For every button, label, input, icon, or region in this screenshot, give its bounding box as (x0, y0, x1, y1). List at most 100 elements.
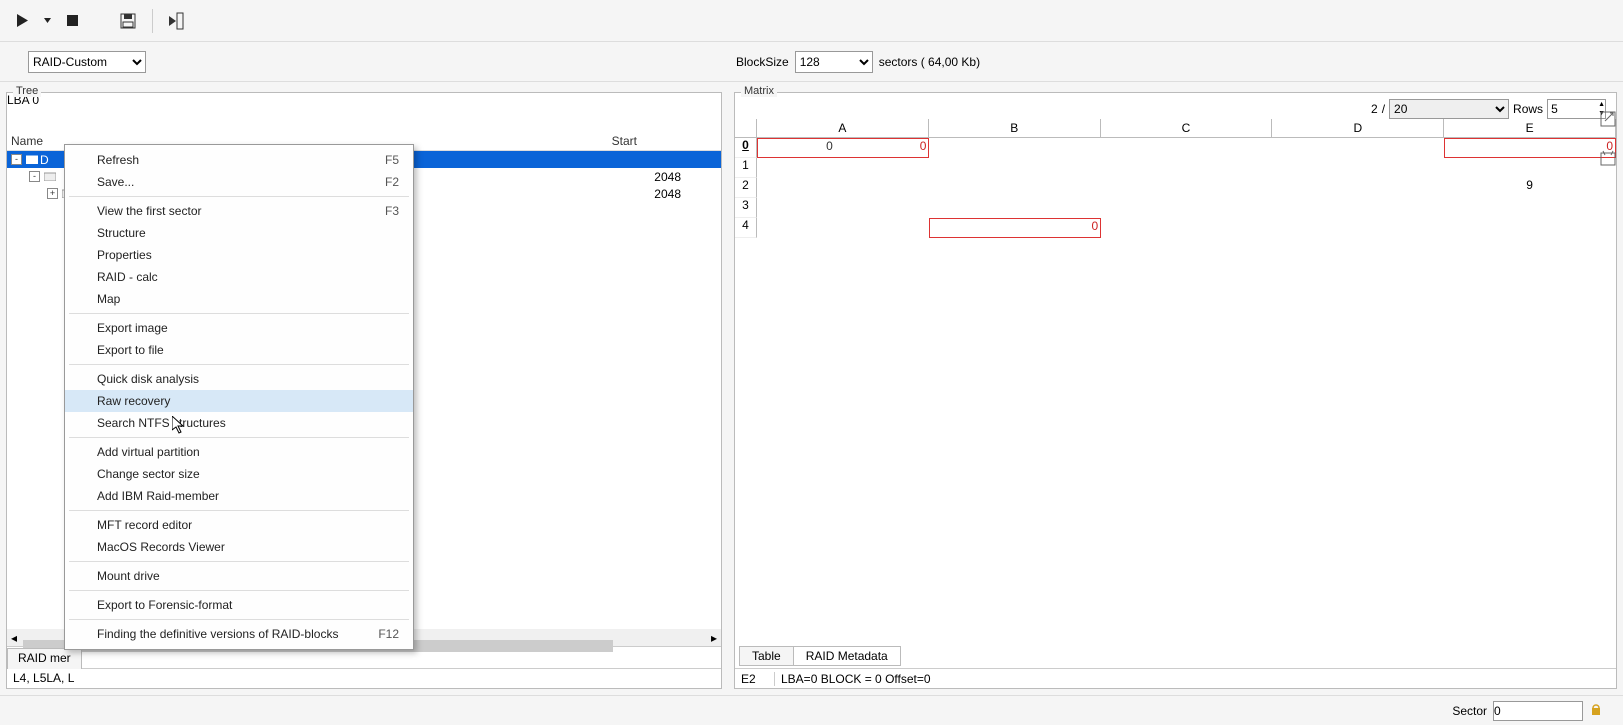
matrix-cell[interactable] (929, 198, 1101, 218)
menu-item-label: Properties (97, 248, 152, 262)
matrix-cell[interactable] (1101, 198, 1273, 218)
side-icon-2[interactable] (1599, 149, 1619, 172)
matrix-cell[interactable]: 9 (1444, 178, 1616, 198)
menu-item[interactable]: Save...F2 (65, 171, 413, 193)
matrix-cell[interactable] (1101, 218, 1273, 238)
tab-table[interactable]: Table (739, 646, 794, 666)
menu-item[interactable]: Add IBM Raid-member (65, 485, 413, 507)
menu-item[interactable]: Quick disk analysis (65, 368, 413, 390)
matrix-col-header[interactable]: C (1101, 119, 1273, 137)
blocksize-label: BlockSize (736, 55, 789, 69)
expander-icon[interactable]: - (29, 171, 40, 182)
page-total-select[interactable]: 20 (1389, 99, 1509, 119)
menu-item[interactable]: Mount drive (65, 565, 413, 587)
menu-item[interactable]: Add virtual partition (65, 441, 413, 463)
matrix-cell[interactable]: 0 (929, 218, 1102, 238)
menu-item[interactable]: RefreshF5 (65, 149, 413, 171)
matrix-cell[interactable] (929, 138, 1100, 158)
matrix-cell[interactable] (1272, 178, 1444, 198)
menu-item[interactable]: Export to Forensic-format (65, 594, 413, 616)
menu-item[interactable]: MFT record editor (65, 514, 413, 536)
toolbar-separator (152, 9, 153, 33)
matrix-pane: Matrix 2 / 20 Rows ▲ ▼ ABCDE0000129340 T… (734, 92, 1617, 689)
col-start[interactable]: Start (497, 134, 677, 148)
save-button[interactable] (116, 9, 140, 33)
lock-icon[interactable] (1589, 702, 1603, 719)
raid-type-select[interactable]: RAID-Custom (28, 51, 146, 73)
matrix-cell[interactable] (1444, 198, 1616, 218)
matrix-cell[interactable] (1444, 218, 1616, 238)
menu-item-label: Finding the definitive versions of RAID-… (97, 627, 338, 641)
menu-item-label: Add virtual partition (97, 445, 200, 459)
tree-legend: Tree (13, 85, 41, 97)
blocksize-select[interactable]: 128 (795, 51, 873, 73)
menu-item[interactable]: Map (65, 288, 413, 310)
matrix-col-header[interactable]: A (757, 119, 929, 137)
matrix-cell[interactable] (1272, 138, 1443, 158)
left-footer: L4, L5LA, L (7, 668, 721, 688)
menu-item-shortcut: F12 (378, 627, 399, 641)
matrix-cell[interactable] (1101, 138, 1272, 158)
matrix-cell[interactable] (1272, 198, 1444, 218)
matrix-row-header[interactable]: 3 (735, 198, 757, 218)
matrix-cell[interactable] (1272, 158, 1444, 178)
menu-item[interactable]: Raw recovery (65, 390, 413, 412)
main-toolbar (0, 0, 1623, 42)
expander-icon[interactable]: - (11, 154, 22, 165)
menu-item-label: Structure (97, 226, 146, 240)
status-info: LBA=0 BLOCK = 0 Offset=0 (775, 672, 1616, 686)
menu-item[interactable]: Export image (65, 317, 413, 339)
matrix-cell[interactable] (757, 178, 929, 198)
menu-item[interactable]: Change sector size (65, 463, 413, 485)
menu-item[interactable]: Finding the definitive versions of RAID-… (65, 623, 413, 645)
matrix-row-header[interactable]: 4 (735, 218, 757, 238)
play-dropdown[interactable] (42, 9, 52, 33)
menu-item-label: Export to file (97, 343, 164, 357)
menu-item[interactable]: Export to file (65, 339, 413, 361)
matrix-cell[interactable] (757, 158, 929, 178)
menu-item[interactable]: Structure (65, 222, 413, 244)
matrix-cell[interactable] (1444, 158, 1616, 178)
sector-input[interactable] (1493, 701, 1583, 721)
matrix-col-header[interactable]: D (1272, 119, 1444, 137)
rows-input[interactable] (1548, 100, 1598, 118)
menu-item-label: Add IBM Raid-member (97, 489, 219, 503)
menu-item[interactable]: Properties (65, 244, 413, 266)
expander-icon[interactable]: + (47, 188, 58, 199)
menu-item-label: Search NTFS structures (97, 416, 226, 430)
matrix-cell[interactable]: 0 (1444, 138, 1616, 158)
matrix-row-header[interactable]: 2 (735, 178, 757, 198)
matrix-grid[interactable]: ABCDE0000129340 (735, 119, 1616, 238)
tab-raid-metadata[interactable]: RAID Metadata (793, 646, 901, 666)
matrix-cell[interactable] (1101, 178, 1273, 198)
matrix-row-header[interactable]: 1 (735, 158, 757, 178)
menu-item-shortcut: F3 (385, 204, 399, 218)
menu-item[interactable]: Search NTFS structures (65, 412, 413, 434)
menu-item-label: Quick disk analysis (97, 372, 199, 386)
exit-button[interactable] (165, 9, 189, 33)
menu-item-label: MFT record editor (97, 518, 192, 532)
play-button[interactable] (10, 9, 34, 33)
menu-item[interactable]: View the first sectorF3 (65, 200, 413, 222)
side-icon-1[interactable] (1599, 110, 1619, 133)
menu-item-label: Mount drive (97, 569, 160, 583)
matrix-cell[interactable] (929, 178, 1101, 198)
stop-button[interactable] (60, 9, 84, 33)
matrix-col-header[interactable]: E (1444, 119, 1616, 137)
menu-item-label: Change sector size (97, 467, 200, 481)
menu-item[interactable]: MacOS Records Viewer (65, 536, 413, 558)
menu-item-label: Refresh (97, 153, 139, 167)
matrix-cell[interactable] (929, 158, 1101, 178)
matrix-cell[interactable] (1101, 158, 1273, 178)
menu-item-shortcut: F2 (385, 175, 399, 189)
matrix-cell[interactable] (757, 218, 929, 238)
matrix-cell[interactable]: 00 (757, 138, 929, 158)
matrix-cell[interactable] (757, 198, 929, 218)
rows-up[interactable]: ▲ (1598, 100, 1605, 109)
matrix-row-header[interactable]: 0 (735, 138, 757, 158)
matrix-col-header[interactable]: B (929, 119, 1101, 137)
menu-item[interactable]: RAID - calc (65, 266, 413, 288)
matrix-cell[interactable] (1273, 218, 1445, 238)
tab-raid-members[interactable]: RAID mer (7, 648, 82, 669)
context-menu[interactable]: RefreshF5Save...F2 View the first sectorF… (64, 144, 414, 650)
